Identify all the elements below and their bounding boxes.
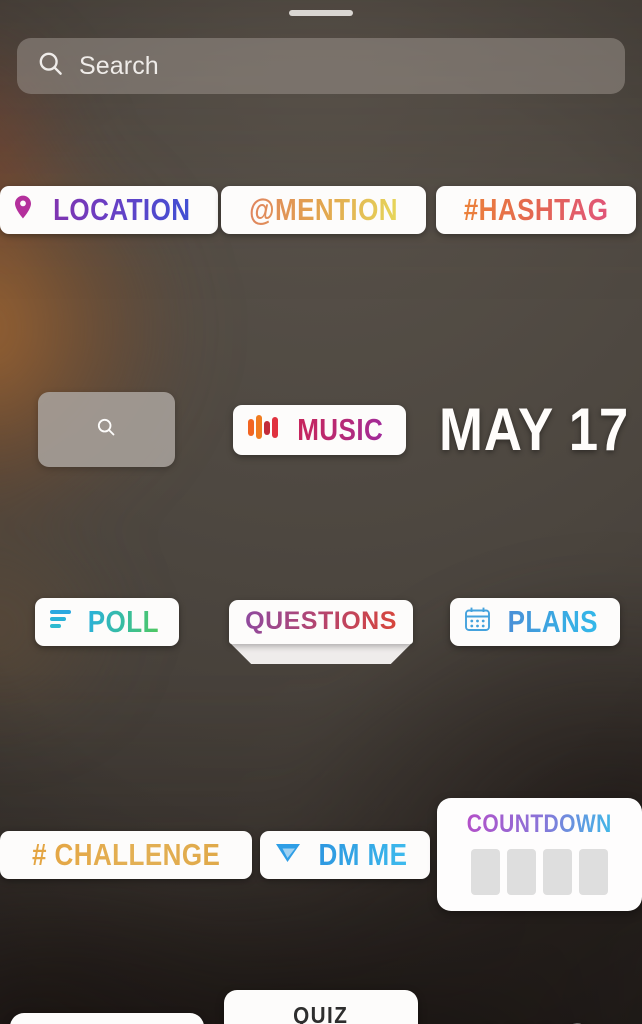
sticker-label: COUNTDOWN (467, 810, 613, 838)
sticker-cell (0, 392, 213, 467)
sticker-cell: #HASHTAG (430, 186, 642, 234)
sticker-temperature[interactable]: 15°C (474, 1015, 595, 1024)
search-icon (37, 50, 64, 82)
questions-tail-shape (229, 642, 413, 664)
sticker-tray-sheet: Search LOCATION @MENTION #HASHTAG MUSIC … (0, 0, 642, 1024)
search-icon (96, 417, 116, 442)
sticker-label: QUESTIONS (245, 607, 397, 635)
sticker-cell: @MENTION (218, 186, 430, 234)
countdown-digit-slots (471, 849, 609, 895)
sticker-mention[interactable]: @MENTION (221, 186, 427, 234)
sticker-cell: LOCATION (0, 186, 218, 234)
calendar-icon (464, 606, 491, 637)
sticker-cell: 15°C (428, 1015, 642, 1024)
sticker-dm-me[interactable]: DM ME (259, 830, 430, 879)
sticker-quiz[interactable]: QUIZ (224, 990, 418, 1024)
sticker-row: # CHALLENGE DM ME COUNTDOWN (0, 798, 642, 911)
sticker-hashtag[interactable]: #HASHTAG (435, 186, 637, 234)
sticker-cell: PLANS (428, 598, 642, 646)
sticker-cell: MUSIC (213, 404, 426, 455)
sticker-label: @MENTION (249, 192, 399, 227)
sticker-grid: LOCATION @MENTION #HASHTAG MUSIC MAY 17 … (0, 150, 642, 1024)
sticker-challenge[interactable]: # CHALLENGE (0, 830, 253, 879)
sticker-cell: 😍 (0, 1012, 214, 1024)
poll-bars-icon (49, 608, 73, 635)
countdown-digit-slot (507, 849, 537, 895)
sticker-emoji-slider[interactable]: 😍 (10, 1012, 204, 1024)
sticker-questions[interactable]: QUESTIONS (229, 600, 413, 664)
sticker-label: MUSIC (297, 411, 384, 447)
sticker-gif-search[interactable] (37, 392, 175, 467)
sticker-label: DM ME (318, 836, 408, 872)
search-bar[interactable]: Search (17, 38, 625, 94)
sticker-row: MUSIC MAY 17 (0, 392, 642, 467)
sticker-label: #HASHTAG (463, 192, 609, 227)
countdown-digit-slot (579, 849, 609, 895)
sticker-cell: QUIZ (214, 990, 428, 1024)
sticker-countdown[interactable]: COUNTDOWN (437, 798, 642, 911)
sticker-cell: POLL (0, 598, 214, 646)
sticker-label: LOCATION (53, 192, 191, 227)
countdown-digit-slot (471, 849, 501, 895)
paper-plane-icon (274, 839, 302, 870)
questions-card-body: QUESTIONS (229, 600, 413, 644)
sheet-drag-handle[interactable] (289, 10, 353, 16)
sticker-location[interactable]: LOCATION (0, 186, 218, 234)
sticker-label: QUIZ (293, 1002, 349, 1024)
sticker-row: 😍 QUIZ 15°C (0, 990, 642, 1024)
sticker-cell: DM ME (252, 830, 437, 879)
sticker-label: # CHALLENGE (31, 836, 221, 872)
sticker-music[interactable]: MUSIC (233, 404, 406, 455)
search-input[interactable]: Search (79, 52, 159, 81)
sticker-cell: QUESTIONS (214, 600, 428, 664)
sticker-plans[interactable]: PLANS (449, 598, 621, 646)
sticker-cell: # CHALLENGE (0, 830, 253, 879)
sticker-poll[interactable]: POLL (34, 598, 180, 646)
sticker-cell: COUNTDOWN (437, 798, 642, 911)
sticker-row: LOCATION @MENTION #HASHTAG (0, 186, 642, 234)
sticker-label: POLL (87, 604, 159, 639)
sticker-cell: MAY 17 (426, 399, 642, 460)
sticker-row: POLL QUESTIONS PLANS (0, 598, 642, 664)
countdown-digit-slot (543, 849, 573, 895)
sticker-date[interactable]: MAY 17 (439, 399, 629, 460)
sticker-label: PLANS (507, 604, 598, 639)
location-pin-icon (14, 195, 32, 224)
music-bars-icon (247, 413, 281, 446)
